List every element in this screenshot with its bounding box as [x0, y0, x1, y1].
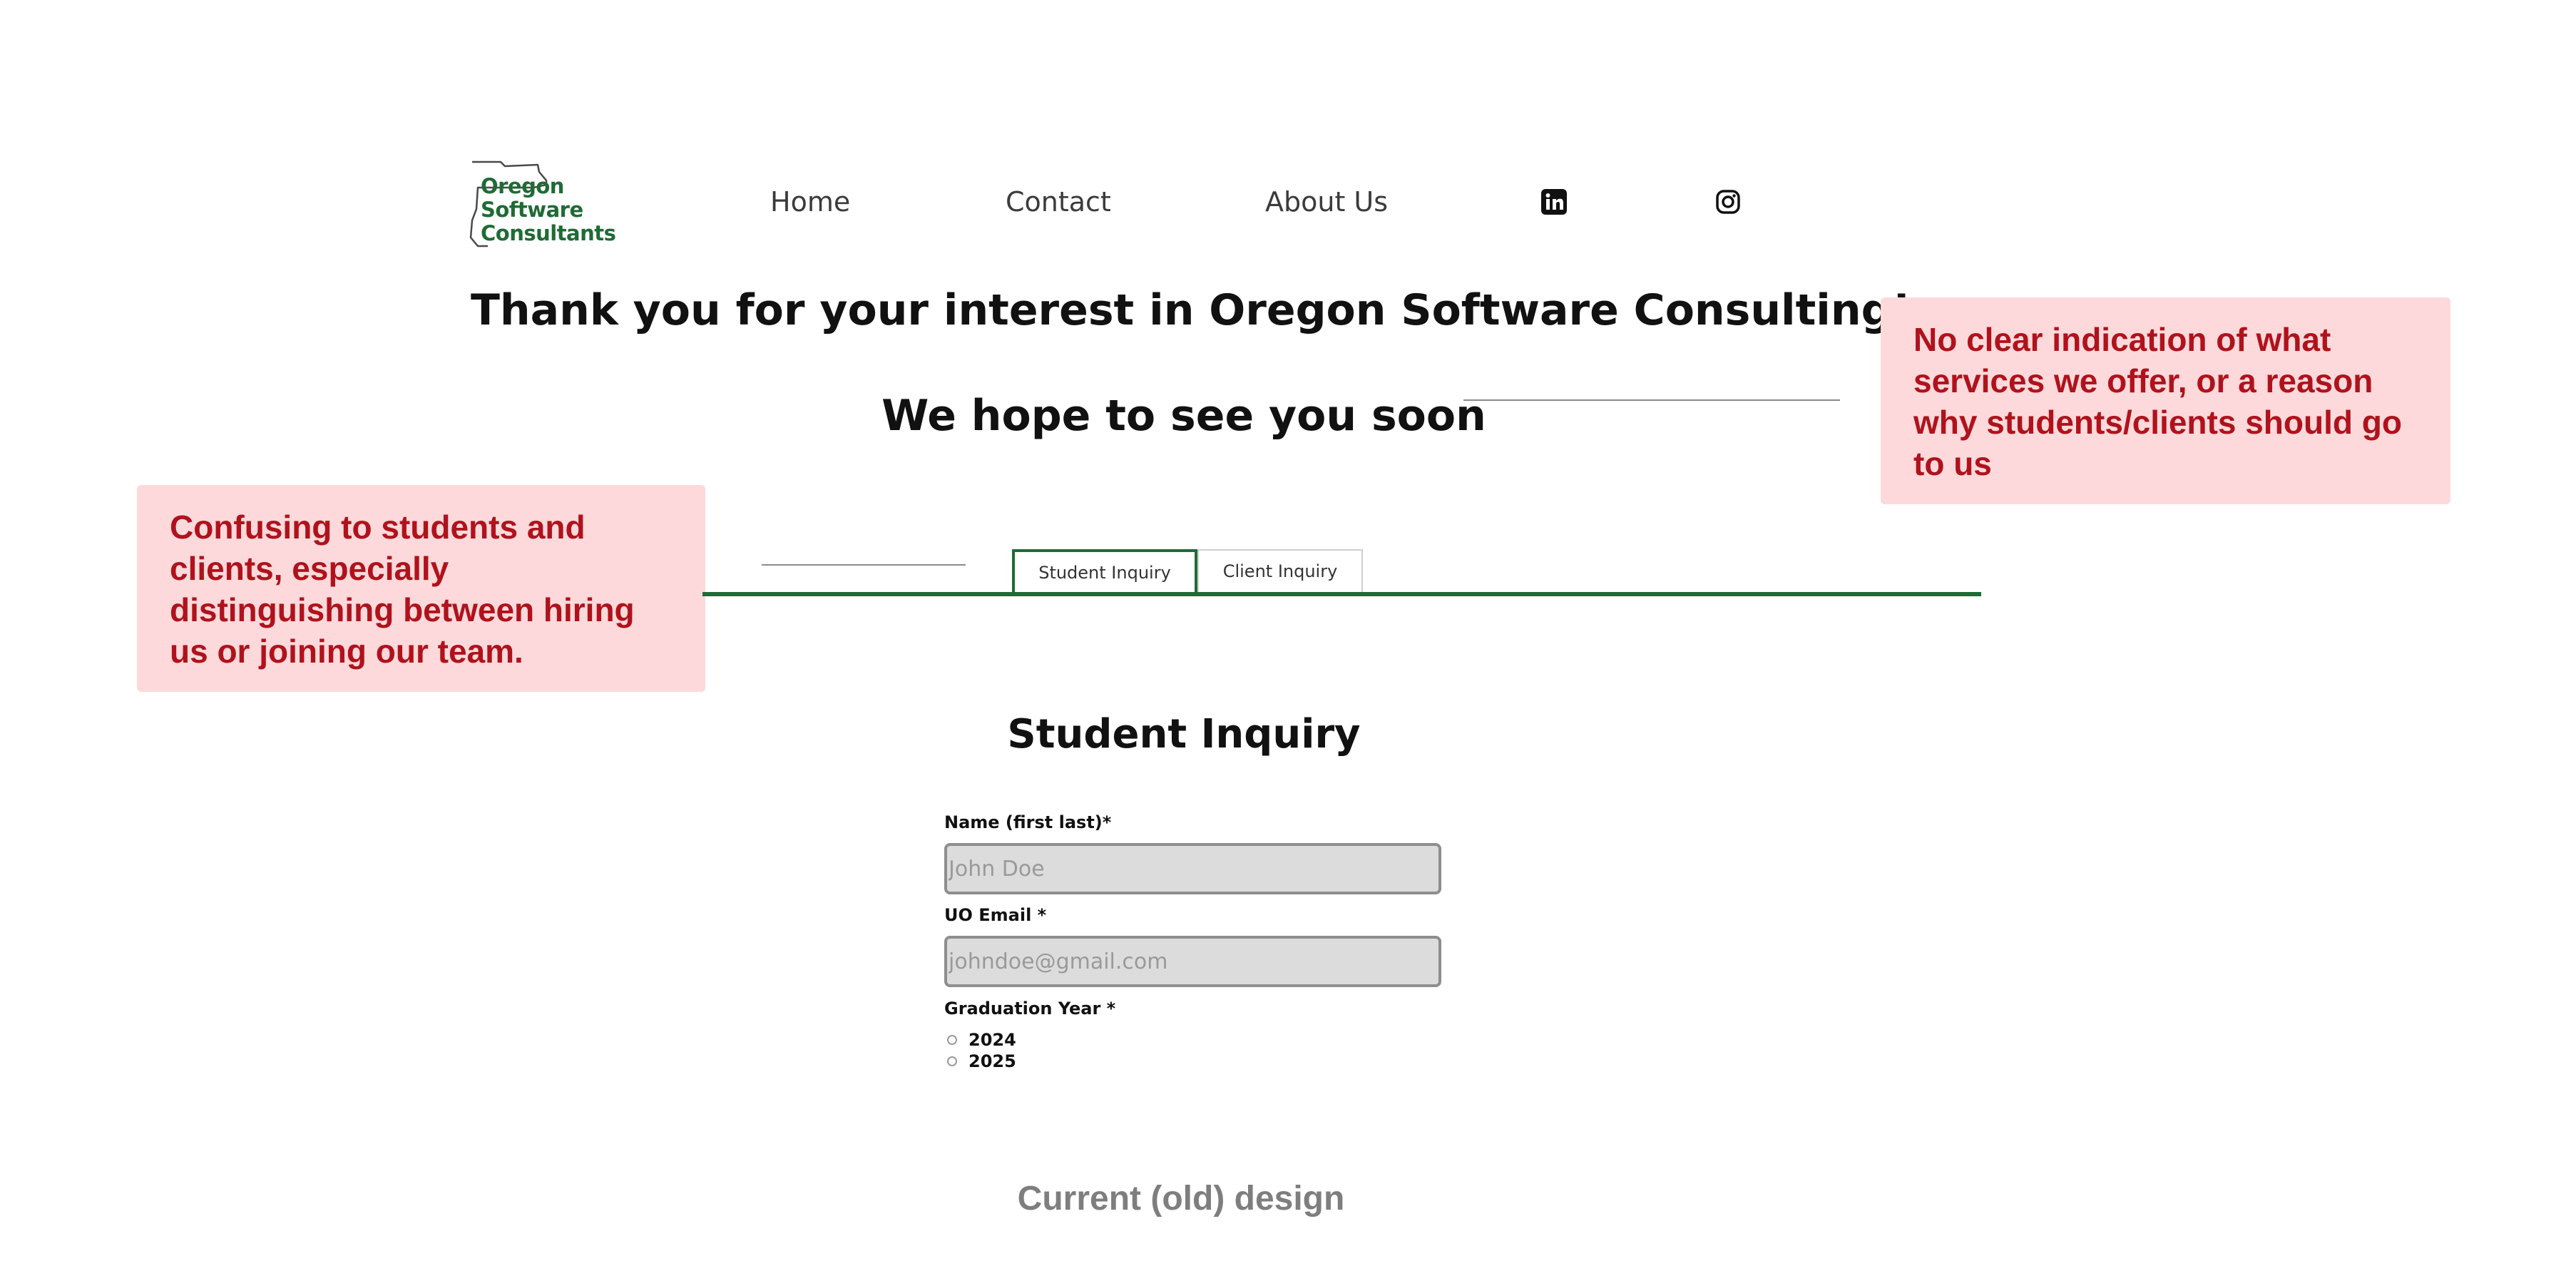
nav-about-us-link[interactable]: About Us	[1265, 184, 1388, 220]
radio-label: 2024	[968, 1030, 1016, 1050]
annotation-connector-right	[1463, 399, 1840, 401]
company-logo[interactable]: Oregon Software Consultants	[462, 159, 622, 250]
nav-home-link[interactable]: Home	[770, 184, 850, 220]
radio-label: 2025	[968, 1051, 1016, 1071]
name-field-label: Name (first last)*	[944, 812, 1112, 832]
logo-line-3: Consultants	[481, 221, 616, 245]
instagram-icon[interactable]	[1714, 188, 1742, 215]
radio-button[interactable]	[947, 1056, 957, 1066]
grad-year-option-2024[interactable]: 2024	[947, 1030, 1016, 1050]
logo-line-1: Oregon	[481, 174, 564, 198]
grad-year-option-2025[interactable]: 2025	[947, 1051, 1016, 1071]
grad-year-label: Graduation Year *	[944, 999, 1116, 1019]
email-field-label: UO Email *	[944, 905, 1047, 925]
logo-line-2: Software	[481, 198, 583, 222]
design-caption: Current (old) design	[1017, 1180, 1345, 1218]
tab-divider	[702, 592, 1981, 596]
tab-student-inquiry[interactable]: Student Inquiry	[1012, 549, 1197, 593]
logo-wordmark: Oregon Software Consultants	[481, 174, 616, 245]
hero-title: Thank you for your interest in Oregon So…	[471, 285, 1911, 335]
tab-client-inquiry[interactable]: Client Inquiry	[1197, 549, 1363, 593]
form-title: Student Inquiry	[1007, 711, 1361, 757]
annotation-tabs: Confusing to students and clients, espec…	[137, 485, 705, 692]
annotation-connector-left	[762, 564, 966, 566]
linkedin-icon[interactable]	[1540, 188, 1568, 215]
name-field[interactable]	[944, 843, 1441, 894]
hero-subtitle: We hope to see you soon	[881, 391, 1486, 441]
nav-contact-link[interactable]: Contact	[1006, 184, 1111, 220]
annotation-services: No clear indication of what services we …	[1881, 297, 2450, 504]
email-field[interactable]	[944, 936, 1441, 987]
radio-button[interactable]	[947, 1035, 957, 1045]
